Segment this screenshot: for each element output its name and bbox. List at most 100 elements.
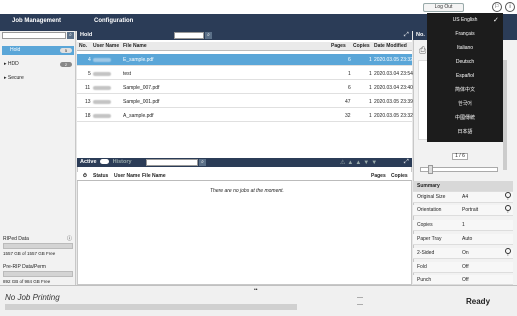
user-name-redacted	[93, 113, 111, 118]
language-option[interactable]: Français	[427, 29, 503, 40]
row-file: E_sample.pdf	[123, 57, 154, 63]
print-icon[interactable]: ⎙	[419, 45, 426, 56]
slider-handle[interactable]	[428, 165, 433, 174]
col-status[interactable]: Status	[93, 172, 108, 181]
user-name-redacted	[93, 85, 111, 90]
active-column-header: ⏱ Status User Name File Name Pages Copie…	[77, 172, 412, 181]
empty-jobs-message: There are no jobs at the moment.	[210, 188, 284, 194]
language-option[interactable]: 简体中文	[427, 85, 503, 96]
summary-row: Copies 1	[413, 220, 513, 231]
user-name-redacted	[93, 57, 111, 62]
count-badge: 5	[60, 48, 72, 53]
summary-value: Portrait	[462, 207, 479, 213]
summary-value: Off	[462, 264, 469, 270]
summary-row: Orientation Portrait i	[413, 205, 513, 216]
table-row[interactable]: 11 Sample_007.pdf 6 1 2020.03.04 23:40	[77, 82, 413, 94]
history-tab[interactable]: History	[113, 159, 132, 165]
ripped-data-text: 1557 GB of 1557 GB Free	[3, 251, 56, 256]
summary-label: Fold	[417, 264, 427, 270]
prerip-data-label: Pre-RIP Data/Perm	[3, 264, 46, 270]
row-file: Sample_001.pdf	[123, 99, 160, 105]
language-option[interactable]: Español	[427, 71, 503, 82]
info-icon[interactable]: ⓘ	[67, 235, 72, 242]
priority-arrows-icon[interactable]: ⚠▲▲▼▼	[340, 159, 379, 166]
tree-item-hold[interactable]: Hold 5	[2, 46, 74, 55]
tree-search-input[interactable]	[2, 32, 66, 39]
tree-item-label: Secure	[7, 75, 24, 81]
row-date: 2020.03.05 23:32	[374, 57, 413, 63]
col-copies[interactable]: Copies	[353, 42, 370, 51]
col-date[interactable]: Date Modified	[374, 42, 407, 51]
tree-item-secure[interactable]: ▸ Secure	[2, 74, 74, 83]
summary-label: Punch	[417, 277, 432, 283]
summary-label: Paper Tray	[417, 236, 442, 242]
summary-label: Original Size	[417, 194, 446, 200]
language-option[interactable]: 한국어	[427, 99, 503, 110]
expand-icon[interactable]: ⤢	[404, 32, 409, 39]
tab-configuration[interactable]: Configuration	[94, 18, 133, 24]
row-no: 18	[85, 113, 91, 119]
logout-button[interactable]: Log Out	[423, 3, 464, 12]
col-no[interactable]: No.	[79, 42, 87, 51]
summary-value: Auto	[462, 236, 473, 242]
tree-item-hdd[interactable]: ▸ HDD 2	[2, 60, 74, 69]
language-option[interactable]: Deutsch	[427, 57, 503, 68]
active-search-input[interactable]	[146, 159, 198, 166]
row-file: Sample_007.pdf	[123, 85, 160, 91]
table-row[interactable]: 13 Sample_001.pdf 47 1 2020.03.05 23:39	[77, 96, 413, 108]
col-user[interactable]: User Name	[93, 42, 119, 51]
table-row[interactable]: 5 test 1 1 2020.03.04 23:54	[77, 68, 413, 80]
col-user[interactable]: User Name	[114, 172, 140, 181]
col-pages[interactable]: Pages	[371, 172, 386, 181]
language-option[interactable]: 中國傳統	[427, 113, 503, 124]
tab-job-management[interactable]: Job Management	[12, 18, 61, 24]
col-file[interactable]: File Name	[142, 172, 166, 181]
row-date: 2020.03.04 23:54	[374, 71, 413, 77]
summary-value: Off	[462, 277, 469, 283]
row-no: 5	[88, 71, 91, 77]
search-icon[interactable]: ⌕	[205, 32, 212, 39]
active-history-toggle[interactable]	[100, 159, 110, 165]
summary-header: Summary	[413, 181, 513, 192]
tree-item-label: HDD	[7, 61, 19, 67]
expand-icon[interactable]: ⤢	[404, 159, 409, 166]
info-icon[interactable]: i	[505, 2, 515, 12]
right-scrollbar[interactable]	[503, 60, 507, 170]
row-copies: 1	[369, 57, 372, 63]
table-row[interactable]: 18 A_sample.pdf 32 1 2020.03.05 23:32	[77, 110, 413, 122]
row-date: 2020.03.04 23:40	[374, 85, 413, 91]
summary-value: A4	[462, 194, 469, 200]
language-option[interactable]: 日本語	[427, 127, 503, 138]
hold-search-input[interactable]	[174, 32, 204, 39]
user-name-redacted	[93, 71, 111, 76]
language-option[interactable]: US English	[427, 15, 503, 26]
summary-label: Orientation	[417, 207, 442, 213]
user-name-redacted	[93, 99, 111, 104]
prerip-data-bar	[3, 271, 73, 277]
ripped-data-label: RIPed Data	[3, 236, 29, 242]
language-option[interactable]: Italiano	[427, 43, 503, 54]
page-indicator[interactable]: 1 / 6	[452, 153, 468, 160]
summary-label: 2-Sided	[417, 250, 435, 256]
row-copies: 1	[369, 71, 372, 77]
collapse-handle-icon[interactable]: ••	[254, 287, 258, 293]
language-icon[interactable]: ⚐	[492, 2, 502, 12]
row-file: test	[123, 71, 132, 77]
search-icon[interactable]: ⌕	[199, 159, 206, 166]
col-copies[interactable]: Copies	[391, 172, 408, 181]
table-row[interactable]: 4 E_sample.pdf 6 1 2020.03.05 23:32	[77, 54, 413, 66]
hold-column-header: No. User Name File Name Pages Copies Dat…	[77, 42, 412, 51]
summary-title: Summary	[417, 183, 440, 189]
row-copies: 1	[369, 113, 372, 119]
row-pages: 6	[348, 57, 351, 63]
info-icon[interactable]: i	[505, 248, 511, 257]
count-badge: 2	[60, 62, 72, 67]
info-icon[interactable]: i	[505, 205, 511, 214]
col-file[interactable]: File Name	[123, 42, 147, 51]
info-icon[interactable]: i	[505, 192, 511, 201]
tree-item-label: Hold	[10, 47, 21, 53]
search-icon[interactable]: ⌕	[67, 32, 74, 39]
active-tab[interactable]: Active	[80, 159, 97, 165]
col-pages[interactable]: Pages	[331, 42, 346, 51]
summary-row: Original Size A4 i	[413, 192, 513, 203]
